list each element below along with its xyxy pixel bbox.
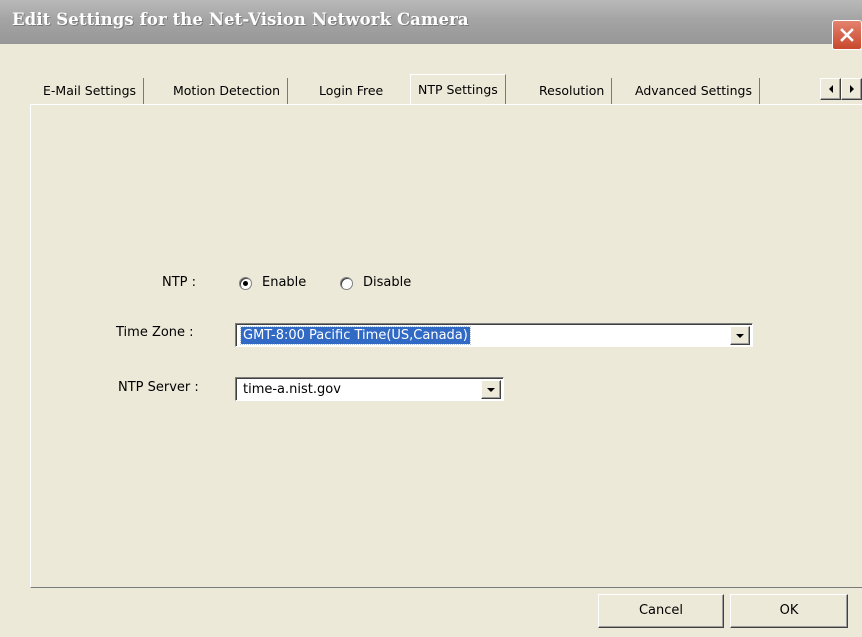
tab-ntp-settings[interactable]: NTP Settings <box>410 74 506 104</box>
tab-panel-ntp-settings: NTP : Enable Disable Time Zone : GMT-8:0… <box>30 104 862 588</box>
tab-email-settings[interactable]: E-Mail Settings <box>36 78 145 104</box>
arrow-left-icon <box>828 85 833 93</box>
ntp-enable-label[interactable]: Enable <box>262 275 306 290</box>
time-zone-dropdown-button[interactable] <box>730 326 750 345</box>
ntp-enable-radio[interactable] <box>239 277 252 290</box>
tab-scroll-left-button[interactable] <box>820 78 841 100</box>
tab-scroll-buttons <box>820 78 862 100</box>
ntp-server-dropdown-button[interactable] <box>481 380 501 399</box>
tab-label: NTP Settings <box>418 82 498 97</box>
ntp-disable-label[interactable]: Disable <box>363 275 411 290</box>
arrow-right-icon <box>849 85 854 93</box>
tab-label: Login Free <box>319 83 384 98</box>
ntp-label: NTP : <box>162 275 197 290</box>
chevron-down-icon <box>736 333 744 338</box>
tab-strip: E-Mail Settings Motion Detection Login F… <box>30 74 862 104</box>
ntp-disable-radio[interactable] <box>340 277 353 290</box>
time-zone-value: GMT-8:00 Pacific Time(US,Canada) <box>240 326 471 345</box>
close-button[interactable] <box>832 20 862 50</box>
radio-selected-dot <box>243 281 248 286</box>
tab-label: E-Mail Settings <box>43 83 137 98</box>
cancel-button[interactable]: Cancel <box>598 594 724 628</box>
tab-advanced-settings[interactable]: Advanced Settings <box>628 78 760 104</box>
close-icon <box>840 28 854 42</box>
ntp-server-select[interactable]: time-a.nist.gov <box>235 377 504 401</box>
title-bar[interactable]: Edit Settings for the Net-Vision Network… <box>0 0 862 44</box>
tab-label: Motion Detection <box>173 83 281 98</box>
tab-login-free[interactable]: Login Free <box>312 78 390 104</box>
tab-label: Advanced Settings <box>635 83 752 98</box>
ntp-server-value: time-a.nist.gov <box>243 382 341 397</box>
time-zone-select[interactable]: GMT-8:00 Pacific Time(US,Canada) <box>235 323 753 347</box>
tab-motion-detection[interactable]: Motion Detection <box>166 78 289 104</box>
ok-button[interactable]: OK <box>730 594 848 628</box>
tab-label: Resolution <box>539 83 605 98</box>
tab-resolution[interactable]: Resolution <box>532 78 613 104</box>
dialog-window: Edit Settings for the Net-Vision Network… <box>0 0 862 637</box>
chevron-down-icon <box>487 387 495 392</box>
time-zone-label: Time Zone : <box>116 325 194 340</box>
window-title: Edit Settings for the Net-Vision Network… <box>12 10 469 29</box>
ntp-server-label: NTP Server : <box>118 380 199 395</box>
tab-scroll-right-button[interactable] <box>841 78 862 100</box>
